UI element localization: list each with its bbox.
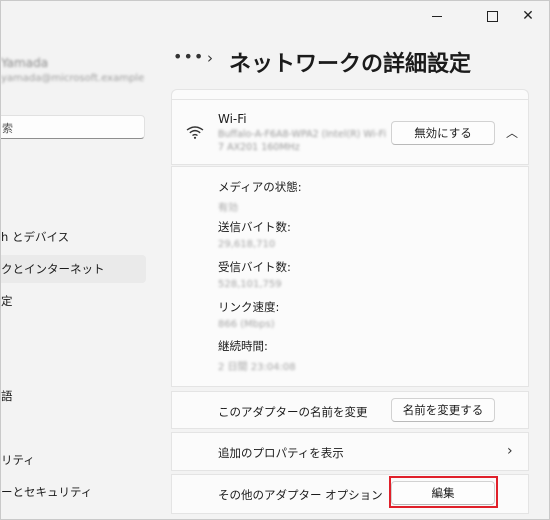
breadcrumb-separator-icon: › bbox=[207, 49, 213, 67]
profile-name: Yamada bbox=[1, 56, 49, 70]
disable-adapter-button[interactable]: 無効にする bbox=[391, 121, 495, 145]
sidebar-item-label: 定 bbox=[1, 294, 13, 308]
profile-email: yamada@microsoft.example bbox=[1, 73, 145, 84]
wifi-adapter-card[interactable]: Wi-Fi Buffalo-A-F6A8-WPA2 (Intel(R) Wi-F… bbox=[171, 99, 529, 165]
search-placeholder: 索 bbox=[2, 122, 13, 135]
duration-value: 2 日間 23:04:08 bbox=[218, 362, 296, 373]
sidebar-item-network-internet[interactable]: クとインターネット bbox=[1, 255, 146, 283]
wifi-adapter-title: Wi-Fi bbox=[218, 112, 247, 126]
sidebar-item-privacy-security[interactable]: ーとセキュリティ bbox=[1, 478, 146, 506]
close-icon: ✕ bbox=[522, 8, 534, 24]
link-speed-label: リンク速度: bbox=[218, 300, 280, 314]
view-properties-row[interactable]: 追加のプロパティを表示 › bbox=[171, 432, 529, 471]
sidebar-item-label: h とデバイス bbox=[1, 230, 70, 244]
settings-window: ✕ Yamada yamada@microsoft.example 索 h とデ… bbox=[0, 0, 550, 520]
media-state-value: 有効 bbox=[218, 203, 238, 214]
sidebar-item-label: クとインターネット bbox=[1, 262, 105, 276]
breadcrumb-more-button[interactable]: ••• bbox=[173, 47, 204, 66]
minimize-icon bbox=[432, 15, 442, 17]
bytes-sent-value: 29,618,710 bbox=[218, 239, 276, 250]
view-properties-label: 追加のプロパティを表示 bbox=[218, 446, 344, 460]
page-title: ネットワークの詳細設定 bbox=[229, 52, 472, 77]
adapter-details-panel: メディアの状態: 有効 送信バイト数: 29,618,710 受信バイト数: 5… bbox=[171, 166, 529, 387]
sidebar-item-label: リティ bbox=[1, 453, 35, 467]
close-button[interactable]: ✕ bbox=[506, 1, 549, 31]
rename-adapter-row: このアダプターの名前を変更 名前を変更する bbox=[171, 391, 529, 429]
wifi-adapter-description: Buffalo-A-F6A8-WPA2 (Intel(R) Wi-Fi bbox=[218, 129, 387, 140]
wifi-icon bbox=[186, 126, 204, 139]
link-speed-value: 866 (Mbps) bbox=[218, 319, 275, 330]
rename-adapter-label: このアダプターの名前を変更 bbox=[218, 405, 368, 419]
sidebar-item-personalization[interactable]: 定 bbox=[1, 287, 146, 315]
chevron-right-icon: › bbox=[507, 443, 513, 459]
sidebar-item-language[interactable]: 語 bbox=[1, 382, 146, 410]
wifi-adapter-description-2: 7 AX201 160MHz bbox=[218, 142, 300, 153]
media-state-label: メディアの状態: bbox=[218, 180, 302, 194]
rename-button[interactable]: 名前を変更する bbox=[391, 398, 495, 422]
more-adapter-options-label: その他のアダプター オプション bbox=[218, 488, 383, 502]
sidebar-item-label: ーとセキュリティ bbox=[1, 485, 93, 499]
maximize-icon bbox=[486, 10, 498, 22]
bytes-received-label: 受信バイト数: bbox=[218, 260, 291, 274]
card-top-edge bbox=[171, 89, 529, 99]
sidebar-item-bluetooth-devices[interactable]: h とデバイス bbox=[1, 223, 146, 251]
sidebar-item-accessibility[interactable]: リティ bbox=[1, 446, 146, 474]
minimize-button[interactable] bbox=[415, 1, 459, 31]
chevron-up-icon[interactable]: ︿ bbox=[506, 124, 518, 141]
bytes-sent-label: 送信バイト数: bbox=[218, 220, 291, 234]
duration-label: 継続時間: bbox=[218, 339, 268, 353]
bytes-received-value: 528,101,759 bbox=[218, 279, 282, 290]
sidebar-item-label: 語 bbox=[1, 389, 13, 403]
highlight-box bbox=[389, 476, 498, 508]
search-input[interactable]: 索 bbox=[1, 115, 145, 139]
